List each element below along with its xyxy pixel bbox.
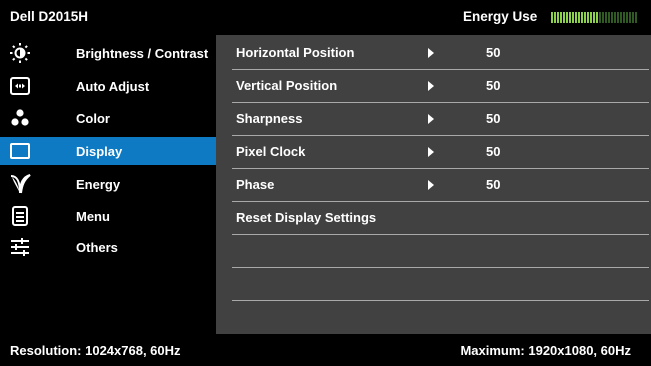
color-icon [9, 107, 31, 129]
energy-meter-segment [611, 12, 613, 23]
maximum-resolution-text: Maximum: 1920x1080, 60Hz [460, 343, 631, 358]
energy-meter-segment [569, 12, 571, 23]
osd-header: Dell D2015H Energy Use [0, 0, 651, 35]
auto-adjust-icon [9, 75, 31, 97]
sidebar-item-label: Auto Adjust [76, 79, 150, 94]
energy-meter-segment [602, 12, 604, 23]
right-arrow-icon [428, 48, 434, 58]
energy-meter-segment [554, 12, 556, 23]
others-icon [9, 236, 31, 258]
sidebar-item-label: Others [76, 240, 118, 255]
energy-meter-segment [590, 12, 592, 23]
energy-meter-segment [635, 12, 637, 23]
sidebar-item-label: Display [76, 144, 123, 159]
energy-meter-segment [623, 12, 625, 23]
energy-meter-segment [629, 12, 631, 23]
energy-meter-segment [605, 12, 607, 23]
setting-label: Vertical Position [236, 78, 338, 93]
monitor-osd: Dell D2015H Energy Use Brightness / Cont… [0, 0, 651, 366]
setting-label: Pixel Clock [236, 144, 306, 159]
energy-meter-segment [617, 12, 619, 23]
energy-meter-segment [557, 12, 559, 23]
setting-label: Sharpness [236, 111, 303, 126]
right-arrow-icon [428, 147, 434, 157]
setting-label: Horizontal Position [236, 45, 355, 60]
sidebar-item-menu[interactable]: Menu [0, 202, 216, 230]
energy-meter-segment [572, 12, 574, 23]
energy-meter-segment [614, 12, 616, 23]
row-divider [232, 300, 649, 301]
display-settings-panel: Horizontal Position 50 Vertical Position… [216, 35, 651, 334]
osd-footer: Resolution: 1024x768, 60Hz Maximum: 1920… [0, 334, 651, 366]
sidebar-item-auto-adjust[interactable]: Auto Adjust [0, 72, 216, 100]
energy-meter-segment [578, 12, 580, 23]
energy-meter-segment [575, 12, 577, 23]
energy-leaf-icon [9, 173, 31, 195]
osd-sidebar: Brightness / Contrast Auto Adjust Color … [0, 35, 216, 334]
right-arrow-icon [428, 114, 434, 124]
setting-value: 50 [486, 177, 501, 192]
energy-use-label: Energy Use [463, 9, 538, 24]
setting-row-pixel-clock[interactable]: Pixel Clock 50 [232, 135, 649, 168]
energy-meter-segment [566, 12, 568, 23]
setting-value: 50 [486, 78, 501, 93]
energy-meter-segment [620, 12, 622, 23]
setting-label: Phase [236, 177, 275, 192]
display-icon [9, 140, 31, 162]
energy-meter-segment [587, 12, 589, 23]
energy-use-meter [551, 12, 637, 23]
energy-meter-segment [608, 12, 610, 23]
setting-row-horizontal-position[interactable]: Horizontal Position 50 [232, 36, 649, 69]
setting-value: 50 [486, 144, 501, 159]
energy-meter-segment [563, 12, 565, 23]
sidebar-item-label: Color [76, 111, 110, 126]
energy-meter-segment [584, 12, 586, 23]
setting-row-vertical-position[interactable]: Vertical Position 50 [232, 69, 649, 102]
sidebar-item-color[interactable]: Color [0, 104, 216, 132]
energy-meter-segment [632, 12, 634, 23]
right-arrow-icon [428, 81, 434, 91]
energy-meter-segment [581, 12, 583, 23]
energy-meter-segment [626, 12, 628, 23]
sidebar-item-label: Energy [76, 177, 121, 192]
sidebar-item-energy[interactable]: Energy [0, 170, 216, 198]
setting-value: 50 [486, 111, 501, 126]
sidebar-item-display[interactable]: Display [0, 137, 216, 165]
energy-meter-segment [596, 12, 598, 23]
current-resolution-text: Resolution: 1024x768, 60Hz [10, 343, 181, 358]
energy-meter-segment [593, 12, 595, 23]
sidebar-item-others[interactable]: Others [0, 233, 216, 261]
setting-row-reset-display-settings[interactable]: Reset Display Settings [232, 201, 649, 234]
energy-meter-segment [560, 12, 562, 23]
energy-meter-segment [551, 12, 553, 23]
setting-label: Reset Display Settings [236, 210, 377, 225]
sidebar-item-brightness-contrast[interactable]: Brightness / Contrast [0, 39, 216, 67]
menu-icon [9, 205, 31, 227]
right-arrow-icon [428, 180, 434, 190]
sidebar-item-label: Brightness / Contrast [76, 46, 209, 61]
row-divider [232, 267, 649, 268]
sidebar-item-label: Menu [76, 209, 110, 224]
energy-meter-segment [599, 12, 601, 23]
monitor-model-title: Dell D2015H [10, 9, 89, 24]
row-divider [232, 234, 649, 235]
setting-row-phase[interactable]: Phase 50 [232, 168, 649, 201]
setting-value: 50 [486, 45, 501, 60]
setting-row-sharpness[interactable]: Sharpness 50 [232, 102, 649, 135]
brightness-icon [9, 42, 31, 64]
